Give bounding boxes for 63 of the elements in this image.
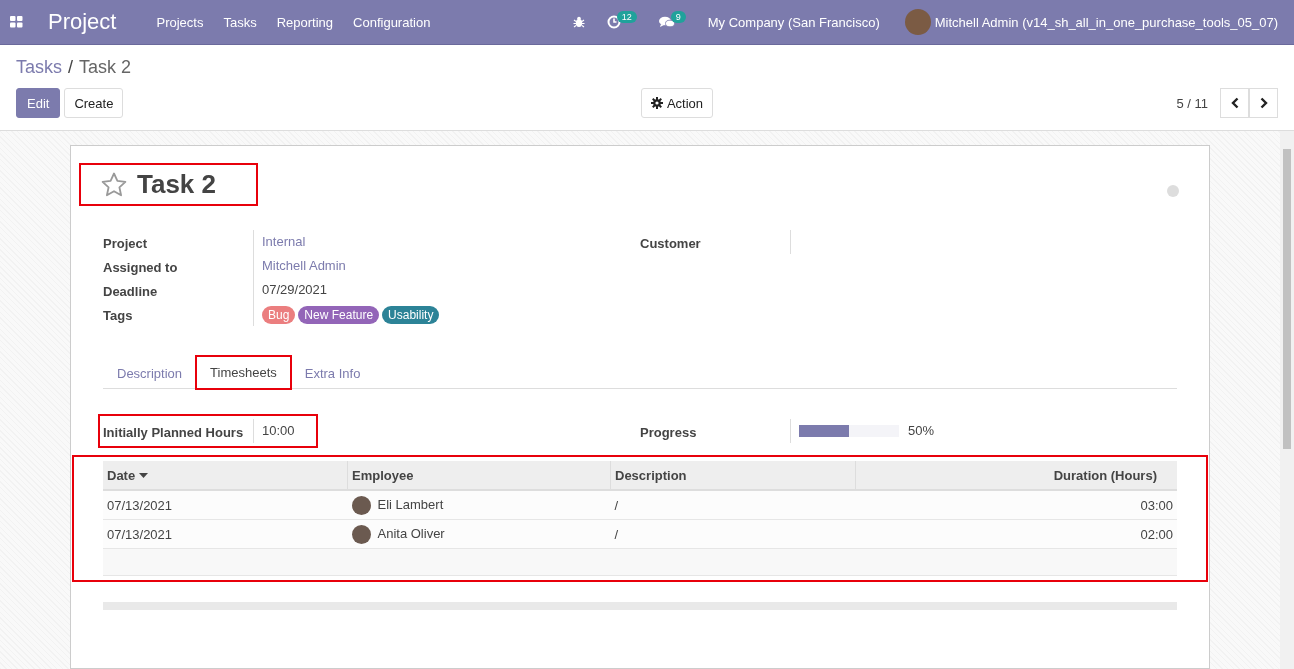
table-cell: 02:00 [1140, 526, 1173, 542]
message-count-badge: 9 [670, 11, 686, 23]
field-value: 10:00 [262, 423, 295, 439]
create-button[interactable]: Create [64, 88, 124, 118]
table-cell: 07/13/2021 [107, 526, 173, 542]
table-cell: / [614, 497, 619, 513]
user-menu[interactable]: Mitchell Admin (v14_sh_all_in_one_purchase_tools_05_07) [934, 14, 1278, 30]
menu-item[interactable]: Configuration [343, 14, 441, 30]
tab[interactable]: Extra Info [290, 357, 375, 389]
table-cell: Eli Lambert [377, 496, 444, 512]
menu-item[interactable]: Projects [146, 14, 214, 30]
user-avatar [904, 9, 931, 35]
field-label: Deadline [103, 278, 254, 302]
column-header[interactable]: Date [103, 461, 348, 490]
field-label: Tags [103, 302, 254, 326]
chevron-left-icon [1230, 97, 1239, 109]
employee-avatar [351, 524, 371, 544]
star-icon[interactable] [101, 172, 127, 197]
field-label: Customer [640, 230, 791, 254]
next-button[interactable] [1249, 88, 1278, 118]
field-label: Initially Planned Hours [103, 419, 254, 443]
action-button[interactable]: Action [640, 88, 714, 118]
field-label: Assigned to [103, 254, 254, 278]
tab[interactable]: Timesheets [196, 356, 291, 389]
breadcrumb-current: Task 2 [79, 57, 132, 78]
breadcrumb-link[interactable]: Tasks [16, 57, 62, 78]
field-link[interactable]: Mitchell Admin [262, 258, 346, 274]
field-link[interactable]: Internal [262, 234, 306, 250]
pager-value: 5 / 11 [1176, 95, 1208, 111]
chevron-right-icon [1259, 97, 1268, 109]
table-cell: Anita Oliver [377, 525, 445, 541]
menu-item[interactable]: Tasks [213, 14, 267, 30]
clock-icon[interactable] [606, 15, 621, 29]
tab[interactable]: Description [103, 357, 197, 389]
tag: New Feature [298, 306, 380, 324]
column-header[interactable]: Employee [347, 461, 611, 490]
menu-item[interactable]: Reporting [266, 14, 344, 30]
field-label: Project [103, 230, 254, 254]
tag: Usability [382, 306, 440, 324]
breadcrumb-separator: / [68, 57, 74, 78]
scrollbar-thumb[interactable] [1283, 149, 1291, 449]
activity-count-badge: 12 [616, 11, 637, 23]
column-header[interactable]: Duration (Hours) [855, 461, 1177, 490]
gear-icon [650, 97, 663, 109]
employee-avatar [351, 495, 371, 515]
tag: Bug [262, 306, 296, 324]
table-cell: / [614, 526, 619, 542]
bug-icon[interactable] [572, 16, 585, 28]
app-title[interactable]: Project [48, 9, 117, 35]
previous-button[interactable] [1220, 88, 1249, 118]
field-label: Progress [640, 419, 791, 443]
table-cell: 07/13/2021 [107, 497, 173, 513]
company-switcher[interactable]: My Company (San Francisco) [707, 14, 880, 30]
task-title: Task 2 [137, 169, 216, 200]
sort-caret-icon [139, 473, 149, 479]
edit-button[interactable]: Edit [16, 88, 61, 118]
column-header[interactable]: Description [610, 461, 856, 490]
field-value: 07/29/2021 [262, 282, 328, 298]
progress-value: 50% [908, 423, 935, 439]
table-cell: 03:00 [1140, 497, 1173, 513]
apps-menu-icon[interactable] [10, 16, 23, 28]
scrollbar[interactable] [1280, 131, 1294, 669]
status-dot[interactable] [1167, 185, 1179, 197]
